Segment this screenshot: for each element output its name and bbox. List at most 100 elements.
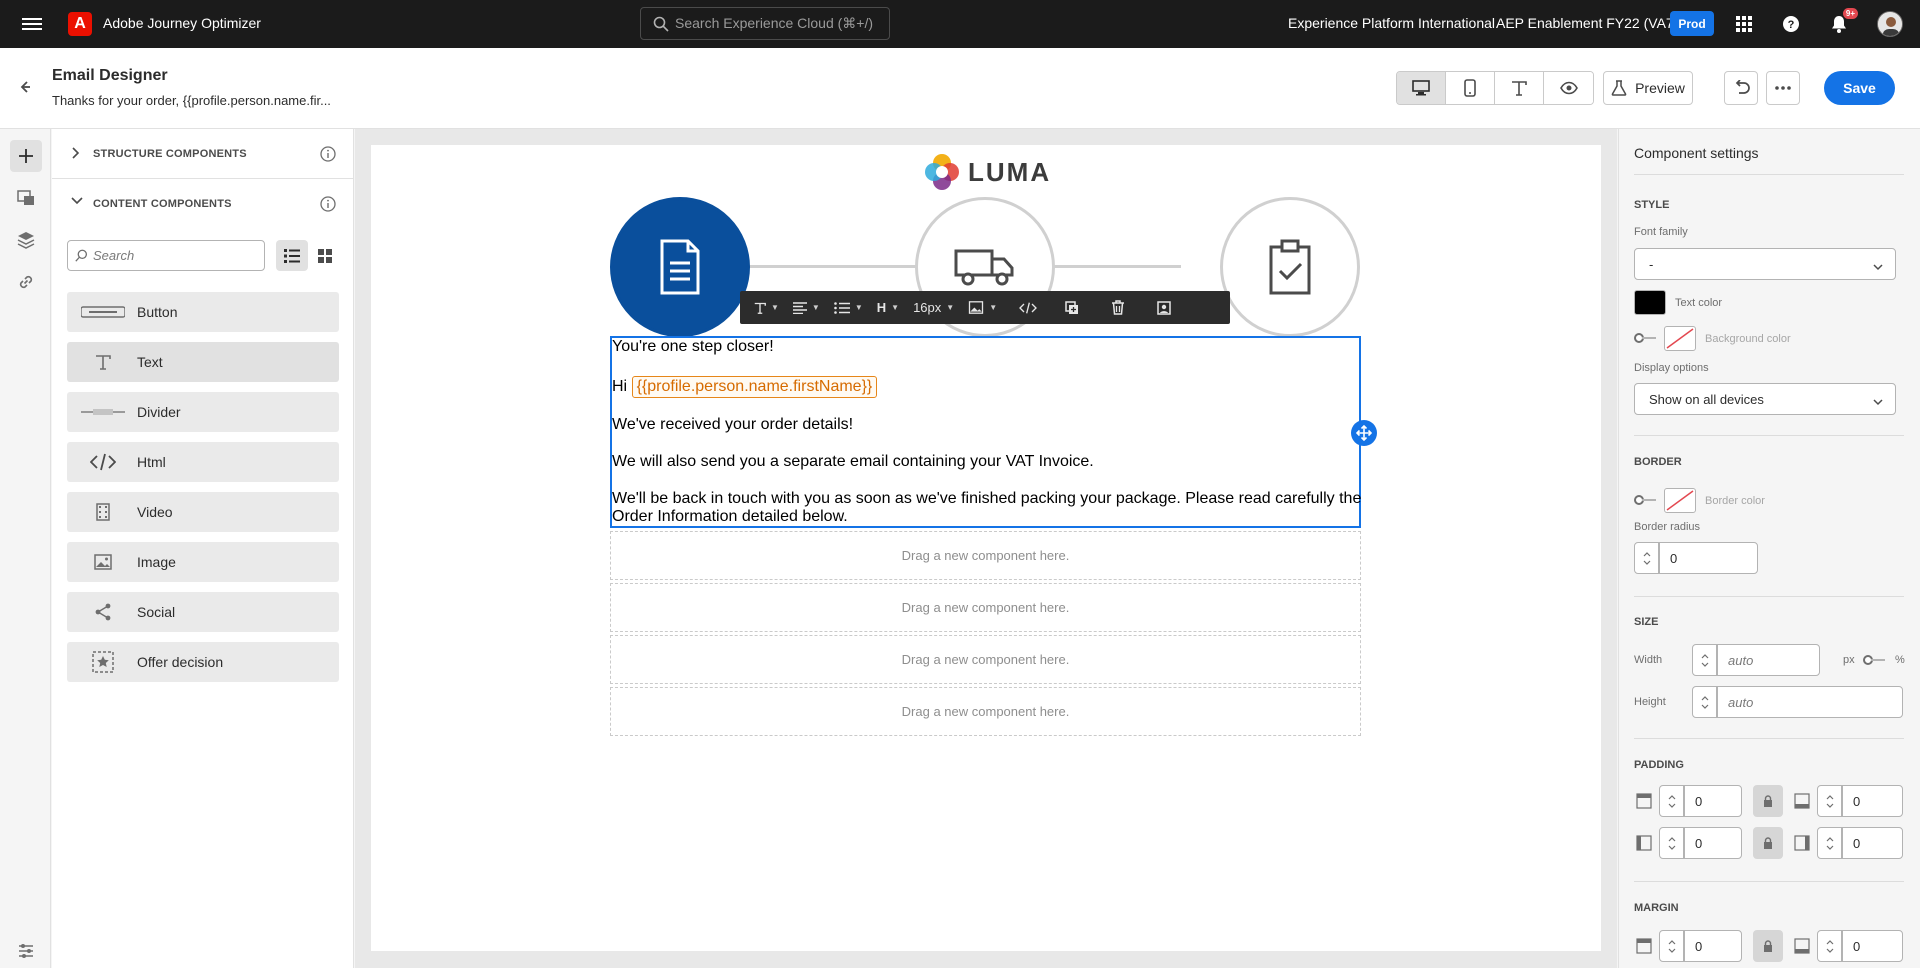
text-line[interactable]: You're one step closer!	[612, 338, 774, 356]
drop-zone[interactable]: Drag a new component here.	[610, 635, 1361, 684]
trash-icon	[1112, 300, 1125, 315]
margin-bottom-input[interactable]: 0	[1842, 930, 1903, 962]
text-view-button[interactable]	[1495, 72, 1544, 104]
greeting-line[interactable]: Hi {{profile.person.name.firstName}}	[612, 376, 878, 398]
display-options-select[interactable]: Show on all devices	[1634, 383, 1896, 415]
font-family-select[interactable]: -	[1634, 248, 1896, 280]
grid-view-button[interactable]	[309, 240, 341, 271]
border-radius-stepper[interactable]	[1634, 542, 1659, 574]
background-color-toggle[interactable]	[1634, 333, 1656, 343]
list-view-button[interactable]	[276, 240, 308, 271]
padding-left-stepper[interactable]	[1659, 827, 1684, 859]
selected-text-block[interactable]: You're one step closer! Hi {{profile.per…	[610, 336, 1361, 528]
font-size-dropdown[interactable]: 16px ▼	[913, 300, 954, 315]
padding-top-stepper[interactable]	[1659, 785, 1684, 817]
padding-section-label: PADDING	[1634, 759, 1684, 771]
bell-icon[interactable]: 9+	[1828, 8, 1858, 35]
more-actions-button[interactable]	[1766, 71, 1800, 105]
text-line[interactable]: Order Information detailed below.	[612, 508, 848, 526]
component-html[interactable]: Html	[67, 442, 339, 482]
text-line[interactable]: We've received your order details!	[612, 416, 853, 434]
border-color-swatch[interactable]	[1664, 488, 1696, 513]
width-stepper[interactable]	[1692, 644, 1717, 676]
margin-lock-button[interactable]	[1753, 930, 1783, 962]
back-button[interactable]	[14, 76, 36, 98]
text-line[interactable]: We will also send you a separate email c…	[612, 453, 1094, 471]
luma-logo[interactable]: LUMA	[922, 150, 1051, 194]
margin-bottom-stepper[interactable]	[1817, 930, 1842, 962]
step-delivered[interactable]	[1220, 197, 1360, 337]
padding-bottom-input[interactable]: 0	[1842, 785, 1903, 817]
undo-button[interactable]	[1724, 71, 1758, 105]
env-badge[interactable]: Prod	[1670, 11, 1714, 36]
apps-icon[interactable]	[1733, 13, 1755, 35]
desktop-view-button[interactable]	[1397, 72, 1446, 104]
height-stepper[interactable]	[1692, 686, 1717, 718]
code-view-button[interactable]	[1019, 302, 1038, 314]
flask-icon	[1611, 80, 1627, 96]
list-dropdown[interactable]: ▼	[834, 301, 863, 314]
component-image[interactable]: Image	[67, 542, 339, 582]
duplicate-button[interactable]	[1065, 300, 1079, 315]
show-hide-button[interactable]	[1544, 72, 1593, 104]
heading-dropdown[interactable]: H ▼	[877, 300, 899, 315]
menu-icon[interactable]	[22, 15, 42, 33]
personalization-token[interactable]: {{profile.person.name.firstName}}	[631, 376, 878, 398]
component-divider[interactable]: Divider	[67, 392, 339, 432]
mobile-view-button[interactable]	[1446, 72, 1495, 104]
padding-top-input[interactable]: 0	[1684, 785, 1742, 817]
text-color-swatch[interactable]	[1634, 290, 1666, 315]
global-search-input[interactable]: Search Experience Cloud (⌘+/)	[640, 7, 890, 40]
adobe-logo[interactable]: A	[68, 12, 92, 36]
unit-toggle[interactable]	[1863, 655, 1885, 665]
settings-rail-button[interactable]	[10, 935, 42, 967]
text-style-dropdown[interactable]: ▼	[754, 302, 779, 314]
info-icon[interactable]	[320, 146, 336, 165]
structure-components-header[interactable]: STRUCTURE COMPONENTS	[52, 129, 354, 179]
layers-rail-button[interactable]	[10, 224, 42, 256]
fragments-rail-button[interactable]	[10, 182, 42, 214]
margin-top-input[interactable]: 0	[1684, 930, 1742, 962]
height-input[interactable]: auto	[1717, 686, 1903, 718]
app-name[interactable]: Adobe Journey Optimizer	[103, 15, 261, 31]
padding-right-stepper[interactable]	[1817, 827, 1842, 859]
component-button[interactable]: Button	[67, 292, 339, 332]
margin-top-stepper[interactable]	[1659, 930, 1684, 962]
step-order-document[interactable]	[610, 197, 750, 337]
save-button[interactable]: Save	[1824, 71, 1895, 105]
background-color-swatch[interactable]	[1664, 326, 1696, 351]
component-text[interactable]: Text	[67, 342, 339, 382]
insert-image-dropdown[interactable]: ▼	[968, 301, 997, 314]
save-fragment-button[interactable]	[1157, 300, 1171, 315]
info-icon[interactable]	[320, 196, 336, 215]
content-components-header[interactable]: CONTENT COMPONENTS	[52, 179, 354, 229]
width-input[interactable]: auto	[1717, 644, 1820, 676]
component-offer-decision[interactable]: Offer decision	[67, 642, 339, 682]
move-handle[interactable]	[1351, 420, 1377, 446]
avatar[interactable]	[1877, 11, 1903, 37]
padding-right-input[interactable]: 0	[1842, 827, 1903, 859]
org-switcher[interactable]: Experience Platform International	[1288, 15, 1495, 31]
padding-left-input[interactable]: 0	[1684, 827, 1742, 859]
padding-lock-button[interactable]	[1753, 827, 1783, 859]
component-video[interactable]: Video	[67, 492, 339, 532]
component-social[interactable]: Social	[67, 592, 339, 632]
drop-zone[interactable]: Drag a new component here.	[610, 687, 1361, 736]
add-components-rail-button[interactable]	[10, 140, 42, 172]
panel-title: Component settings	[1634, 145, 1759, 161]
drop-zone[interactable]: Drag a new component here.	[610, 583, 1361, 632]
drop-zone[interactable]: Drag a new component here.	[610, 531, 1361, 580]
links-rail-button[interactable]	[10, 266, 42, 298]
padding-lock-button[interactable]	[1753, 785, 1783, 817]
align-dropdown[interactable]: ▼	[792, 301, 820, 314]
preview-button[interactable]: Preview	[1603, 71, 1693, 105]
email-canvas[interactable]: LUMA ▼ ▼ ▼ H ▼ 16px ▼ ▼ You're one step …	[371, 145, 1601, 951]
border-radius-input[interactable]: 0	[1659, 542, 1758, 574]
help-icon[interactable]: ?	[1780, 13, 1802, 35]
components-search-input[interactable]: Search	[67, 240, 265, 271]
border-color-toggle[interactable]	[1634, 495, 1656, 505]
text-line[interactable]: We'll be back in touch with you as soon …	[612, 490, 1361, 508]
padding-bottom-stepper[interactable]	[1817, 785, 1842, 817]
delete-button[interactable]	[1111, 300, 1125, 315]
sandbox-switcher[interactable]: AEP Enablement FY22 (VA7)	[1496, 15, 1678, 31]
